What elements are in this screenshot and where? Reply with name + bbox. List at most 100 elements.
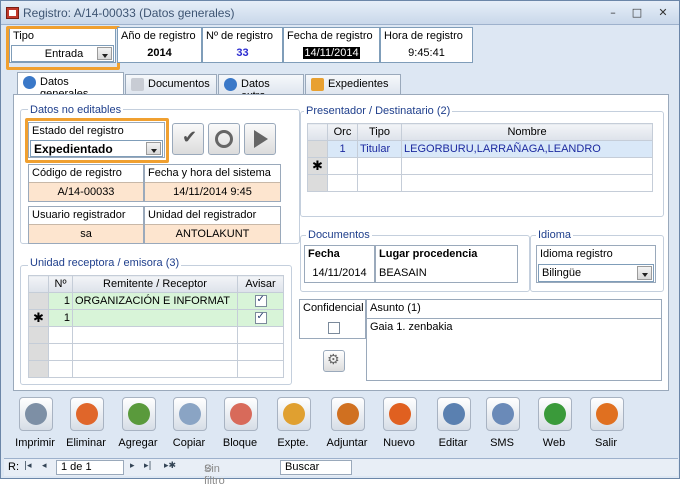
paperclip-icon	[331, 397, 365, 431]
next-record-icon[interactable]: ▸	[130, 461, 135, 471]
new-icon	[383, 397, 417, 431]
unidad-registrador-label: Unidad del registrador	[148, 209, 257, 221]
check-button[interactable]: ✔	[172, 123, 204, 155]
fecha-value[interactable]: 14/11/2014	[284, 47, 379, 59]
lugar-field: Lugar procedencia BEASAIN	[375, 245, 518, 283]
toolbar-sms-button[interactable]: SMS	[476, 397, 528, 455]
fechahora-value: 14/11/2014 9:45	[145, 182, 280, 201]
col-num[interactable]: Nº	[48, 275, 73, 293]
asunto-value[interactable]: Gaia 1. zenbakia	[367, 318, 661, 335]
new-record-icon[interactable]: ▸✱	[164, 461, 176, 471]
col-remitente[interactable]: Remitente / Receptor	[72, 275, 238, 293]
col-avisar[interactable]: Avisar	[237, 275, 284, 293]
select-all-cell[interactable]	[307, 123, 328, 141]
fechahora-field: Fecha y hora del sistema 14/11/2014 9:45	[144, 164, 281, 202]
tab-documentos[interactable]: Documentos	[125, 74, 217, 94]
tab-page: Datos no editables Estado del registro E…	[13, 94, 669, 391]
chevron-down-icon[interactable]	[637, 266, 652, 280]
num-label: Nº de registro	[206, 30, 273, 42]
search-input[interactable]: Buscar	[280, 460, 352, 475]
hora-label: Hora de registro	[384, 30, 463, 42]
toolbar-nuevo-button[interactable]: Nuevo	[373, 397, 425, 455]
globe-icon	[23, 76, 36, 89]
tab-datos-extra[interactable]: Datos extra	[218, 74, 304, 102]
unidad-title: Unidad receptora / emisora (3)	[28, 257, 182, 269]
table-row[interactable]: 1 Titular LEGORBURU,LARRAÑAGA,LEANDRO	[307, 140, 653, 158]
idioma-combo[interactable]: Bilingüe	[538, 264, 654, 282]
delete-icon	[70, 397, 104, 431]
anio-value: 2014	[147, 47, 172, 59]
unidad-grid: Nº Remitente / Receptor Avisar 1 ORGANIZACI…	[28, 275, 284, 378]
confidencial-checkbox[interactable]	[328, 322, 340, 334]
table-row[interactable]: 1 ORGANIZACIÓN E INFORMAT	[28, 292, 284, 310]
confidencial-field: Confidencial	[299, 299, 366, 339]
unidad-registrador-value: ANTOLAKUNT	[145, 224, 280, 243]
codigo-field: Código de registro A/14-00033	[28, 164, 144, 202]
block-icon	[224, 397, 258, 431]
col-orden[interactable]: Orc	[327, 123, 358, 141]
fechahora-label: Fecha y hora del sistema	[148, 167, 271, 179]
last-record-icon[interactable]: ▸|	[144, 461, 152, 471]
globe-icon	[224, 78, 237, 91]
codigo-label: Código de registro	[32, 167, 122, 179]
record-input[interactable]: 1 de 1	[56, 460, 124, 475]
col-tipo[interactable]: Tipo	[357, 123, 402, 141]
idioma-field: Idioma registro Bilingüe	[536, 245, 656, 283]
prev-record-icon[interactable]: ◂	[42, 461, 47, 471]
anio-label: Año de registro	[121, 30, 196, 42]
block-icon	[215, 130, 233, 148]
settings-button[interactable]: ⚙	[323, 350, 345, 372]
tab-datos-generales[interactable]: Datos generales	[17, 72, 124, 100]
toolbar-bloque-button[interactable]: Bloque	[214, 397, 266, 455]
record-prefix: R:	[8, 461, 19, 473]
usuario-value: sa	[29, 224, 143, 243]
select-all-cell[interactable]	[28, 275, 49, 293]
no-editables-title: Datos no editables	[28, 104, 124, 116]
tab-expedientes[interactable]: Expedientes	[305, 74, 401, 94]
codigo-value: A/14-00033	[29, 182, 143, 201]
num-value: 33	[236, 47, 249, 59]
toolbar-web-button[interactable]: Web	[528, 397, 580, 455]
app-icon	[6, 7, 19, 19]
avisar-checkbox[interactable]	[254, 311, 267, 325]
avisar-checkbox[interactable]	[254, 294, 267, 308]
usuario-field: Usuario registrador sa	[28, 206, 144, 244]
advance-state-button[interactable]	[244, 123, 276, 155]
cancel-state-button[interactable]	[208, 123, 240, 155]
hora-field: Hora de registro 9:45:41	[380, 27, 473, 63]
minimize-icon[interactable]: –	[603, 5, 623, 21]
highlight-estado	[25, 118, 169, 163]
anio-field: Año de registro 2014	[117, 27, 202, 63]
folder-icon	[311, 78, 324, 91]
check-icon: ✔	[182, 127, 198, 148]
play-icon	[254, 130, 268, 148]
fecha-label: Fecha de registro	[287, 30, 373, 42]
folder-icon	[277, 397, 311, 431]
window: Registro: A/14-00033 (Datos generales) –…	[0, 0, 680, 487]
table-row[interactable]: ✱	[307, 157, 653, 175]
close-icon[interactable]: ✕	[653, 5, 673, 21]
col-nombre[interactable]: Nombre	[401, 123, 653, 141]
document-icon	[131, 78, 144, 91]
title-bar: Registro: A/14-00033 (Datos generales) –…	[1, 1, 679, 25]
toolbar-expte-button[interactable]: Expte.	[267, 397, 319, 455]
unidad-registrador-field: Unidad del registrador ANTOLAKUNT	[144, 206, 281, 244]
lugar-value[interactable]: BEASAIN	[379, 267, 427, 279]
doc-fecha-value[interactable]: 14/11/2014	[305, 267, 374, 279]
add-users-icon	[122, 397, 156, 431]
gear-icon: ⚙	[327, 352, 340, 368]
asunto-field: Asunto (1) Gaia 1. zenbakia	[366, 299, 662, 381]
table-row[interactable]: ✱ 1	[28, 309, 284, 327]
maximize-icon[interactable]: □	[627, 5, 647, 21]
fecha-field: Fecha de registro 14/11/2014	[283, 27, 380, 63]
envelope-icon	[486, 397, 520, 431]
highlight-tipo	[6, 26, 120, 70]
toolbar-eliminar-button[interactable]: Eliminar	[60, 397, 112, 455]
status-bar: R: |◂ ◂ 1 de 1 ▸ ▸| ▸✱ ⊘ Sin filtro Busc…	[4, 458, 678, 487]
first-record-icon[interactable]: |◂	[24, 461, 32, 471]
toolbar-adjuntar-button[interactable]: Adjuntar	[321, 397, 373, 455]
printer-icon	[19, 397, 53, 431]
num-field: Nº de registro 33	[202, 27, 283, 63]
toolbar-salir-button[interactable]: Salir	[580, 397, 632, 455]
copy-icon	[173, 397, 207, 431]
